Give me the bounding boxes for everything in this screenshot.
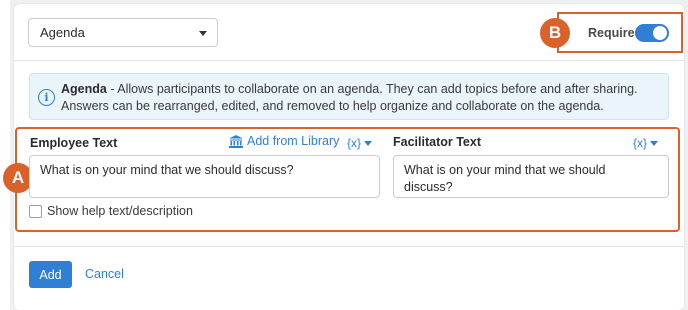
variable-label: {x} [633,136,648,150]
show-help-text-label: Show help text/description [47,204,193,218]
chevron-down-icon [199,31,207,36]
info-description: - Allows participants to collaborate on … [61,82,638,113]
facilitator-variable-button[interactable]: {x} [633,136,659,150]
info-icon: i [38,89,55,106]
variable-label: {x} [347,136,362,150]
divider [14,246,684,247]
employee-text-input[interactable]: What is on your mind that we should disc… [29,155,380,198]
show-help-text-checkbox[interactable] [29,205,42,218]
question-type-value: Agenda [40,25,85,40]
callout-badge-b: B [540,18,570,48]
employee-text-label: Employee Text [30,136,118,150]
question-type-select[interactable]: Agenda [28,18,218,47]
library-icon [229,134,243,148]
add-button[interactable]: Add [29,261,72,288]
toggle-knob [653,26,667,40]
chevron-down-icon [650,140,659,146]
chevron-down-icon [364,140,373,146]
divider [14,60,684,61]
add-from-library-link[interactable]: Add from Library [229,134,339,148]
cancel-button[interactable]: Cancel [85,267,124,281]
employee-variable-button[interactable]: {x} [347,136,373,150]
add-from-library-label: Add from Library [247,134,340,148]
info-text: Agenda - Allows participants to collabor… [61,81,661,115]
facilitator-text-input[interactable]: What is on your mind that we should disc… [393,155,669,198]
info-banner: i Agenda - Allows participants to collab… [29,73,669,120]
required-toggle[interactable] [635,24,669,42]
info-title: Agenda [61,82,107,96]
facilitator-text-label: Facilitator Text [393,135,481,149]
